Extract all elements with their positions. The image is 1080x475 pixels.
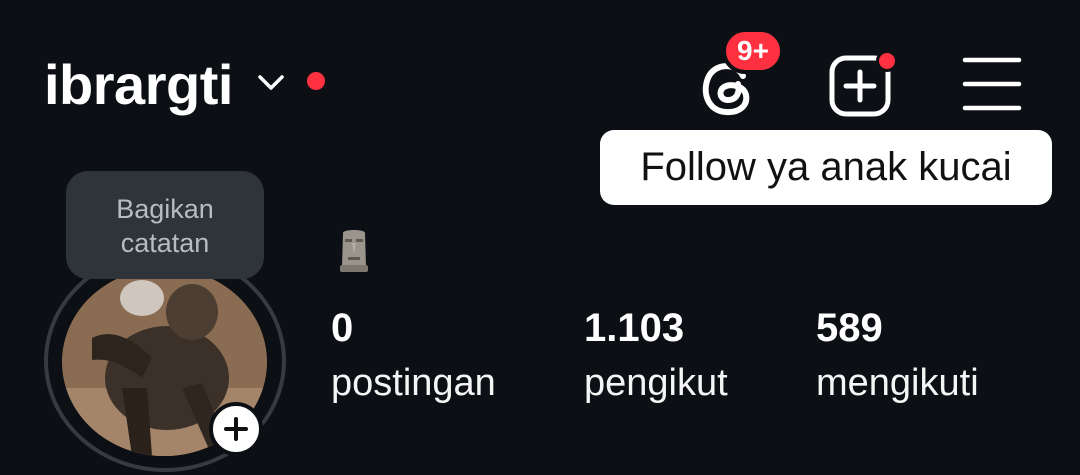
account-notification-dot [307, 72, 325, 90]
tooltip: Follow ya anak kucai [600, 130, 1052, 205]
note-line-1: Bagikan [116, 194, 214, 224]
notification-badge: 9+ [722, 28, 784, 74]
posts-label[interactable]: postingan [331, 362, 496, 405]
create-notification-dot [876, 50, 898, 72]
following-label[interactable]: mengikuti [816, 362, 979, 405]
posts-count[interactable]: 0 [331, 306, 353, 351]
followers-count[interactable]: 1.103 [584, 306, 684, 351]
hamburger-menu-icon[interactable] [962, 56, 1022, 112]
note-bubble[interactable]: Bagikan catatan [66, 171, 264, 279]
moai-emoji-icon [340, 230, 368, 272]
followers-label[interactable]: pengikut [584, 362, 728, 405]
plus-icon[interactable] [209, 402, 263, 456]
chevron-down-icon[interactable] [256, 70, 286, 94]
note-line-2: catatan [120, 228, 210, 258]
username[interactable]: ibrargti [44, 52, 233, 117]
following-count[interactable]: 589 [816, 306, 883, 351]
